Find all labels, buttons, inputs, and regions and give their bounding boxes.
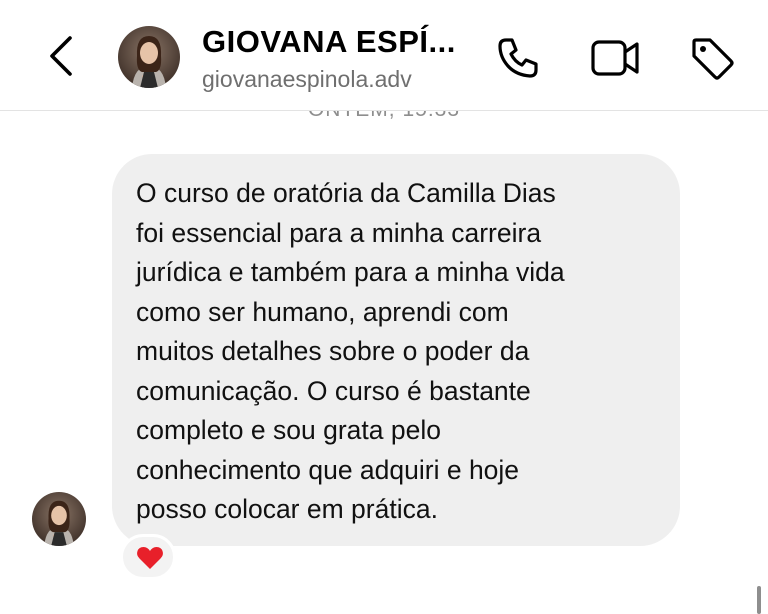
message-bubble[interactable]: O curso de oratória da Camilla Dias foi … (112, 154, 680, 546)
message-line: conhecimento que adquiri e hoje (136, 454, 520, 485)
contact-avatar[interactable] (118, 26, 180, 88)
scrollbar[interactable] (757, 586, 761, 614)
dm-conversation-screen: GIOVANA ESPÍ... giovanaespinola.adv ONTE… (0, 0, 768, 614)
sender-avatar[interactable] (32, 492, 86, 546)
message-text: O curso de oratória da Camilla Dias foi … (136, 174, 650, 530)
message-line: foi essencial para a minha carreira (136, 217, 542, 248)
message-thread[interactable]: ONTEM, 15:33 O curso de oratória da Cami… (0, 110, 768, 614)
tag-button[interactable] (688, 34, 736, 82)
back-button[interactable] (40, 34, 84, 78)
contact-username[interactable]: giovanaespinola.adv (202, 66, 412, 93)
message-line: posso colocar em prática. (136, 494, 438, 524)
message-line: completo e sou grata pelo (136, 415, 441, 445)
message-reaction[interactable] (120, 534, 176, 580)
message-line: muitos detalhes sobre o poder da (136, 336, 530, 366)
message-line: como ser humano, aprendi com (136, 296, 509, 327)
message-line: O curso de oratória da Camilla Dias (136, 178, 556, 208)
phone-icon (498, 38, 538, 78)
chevron-left-icon (50, 36, 72, 76)
message-line: jurídica e também para a minha vida (136, 257, 565, 287)
call-button[interactable] (494, 34, 542, 82)
contact-name[interactable]: GIOVANA ESPÍ... (202, 24, 456, 60)
heart-icon (137, 547, 163, 569)
tag-icon (692, 38, 734, 80)
video-camera-icon (591, 40, 639, 76)
message-line: comunicação. O curso é bastante (136, 375, 531, 406)
video-call-button[interactable] (590, 34, 639, 82)
chat-header: GIOVANA ESPÍ... giovanaespinola.adv (0, 0, 768, 111)
message-timestamp: ONTEM, 15:33 (0, 110, 768, 122)
